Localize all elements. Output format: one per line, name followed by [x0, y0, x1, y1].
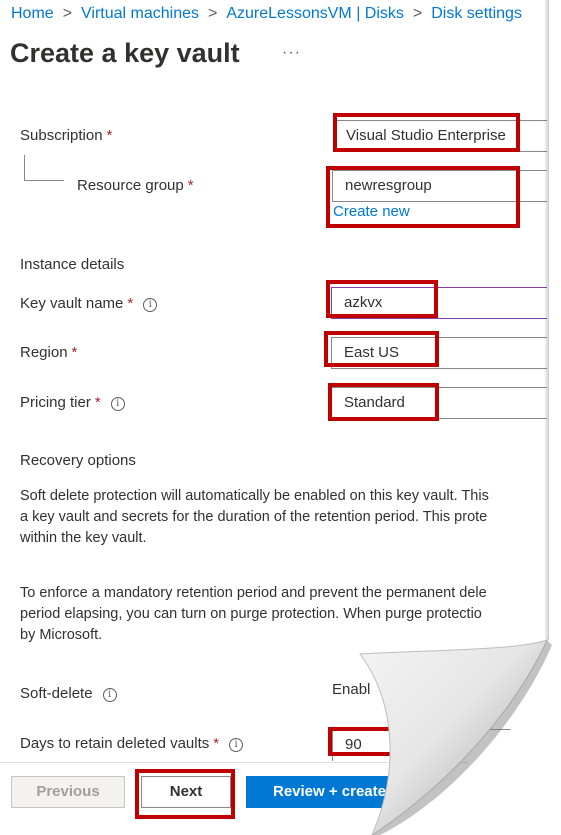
info-icon[interactable]: i [110, 397, 125, 411]
days-retain-label: Days to retain deleted vaults * i [20, 735, 244, 752]
footer-divider [0, 762, 561, 763]
key-vault-name-input[interactable]: azkvx [331, 287, 561, 319]
next-button[interactable]: Next [141, 776, 231, 808]
breadcrumb-separator: > [208, 5, 218, 22]
breadcrumb-virtual-machines[interactable]: Virtual machines [81, 5, 199, 22]
region-label: Region * [20, 344, 78, 361]
previous-button[interactable]: Previous [11, 776, 125, 808]
purge-protection-description: To enforce a mandatory retention period … [20, 585, 487, 643]
recovery-options-heading: Recovery options [20, 452, 136, 469]
info-icon[interactable]: i [143, 298, 158, 312]
breadcrumb-disk-settings[interactable]: Disk settings [431, 5, 522, 22]
subscription-dropdown[interactable]: Visual Studio Enterprise [333, 120, 561, 152]
soft-delete-description: Soft delete protection will automaticall… [20, 488, 489, 546]
pricing-tier-label: Pricing tier * i [20, 394, 125, 411]
breadcrumb-home[interactable]: Home [11, 5, 54, 22]
tree-connector-vertical [24, 155, 25, 180]
resource-group-label: Resource group * [77, 177, 194, 194]
subscription-label: Subscription * [20, 127, 113, 144]
days-retain-input[interactable]: 90 [332, 729, 561, 761]
info-icon[interactable]: i [102, 688, 117, 702]
instance-details-heading: Instance details [20, 256, 125, 273]
review-create-button[interactable]: Review + create [246, 776, 406, 808]
breadcrumb-separator: > [412, 5, 423, 22]
breadcrumb: Home > Virtual machines > AzureLessonsVM | D… [11, 5, 522, 23]
resource-group-dropdown[interactable]: newresgroup [332, 170, 561, 202]
key-vault-name-label: Key vault name * i [20, 295, 158, 312]
region-dropdown[interactable]: East US [331, 337, 561, 369]
key-vault-create-page: Home > Virtual machines > AzureLessonsVM | D… [0, 0, 561, 835]
tree-connector-horizontal [24, 180, 64, 181]
soft-delete-value: Enabl [332, 681, 371, 698]
breadcrumb-separator: > [62, 5, 73, 22]
info-icon[interactable]: i [229, 738, 244, 752]
create-new-resource-group-link[interactable]: Create new [333, 203, 410, 220]
soft-delete-label: Soft-delete i [20, 685, 117, 702]
breadcrumb-vm-disks[interactable]: AzureLessonsVM | Disks [226, 5, 404, 22]
pricing-tier-dropdown[interactable]: Standard [331, 387, 561, 419]
page-title: Create a key vault [10, 38, 240, 68]
more-options-button[interactable]: ··· [282, 44, 301, 62]
